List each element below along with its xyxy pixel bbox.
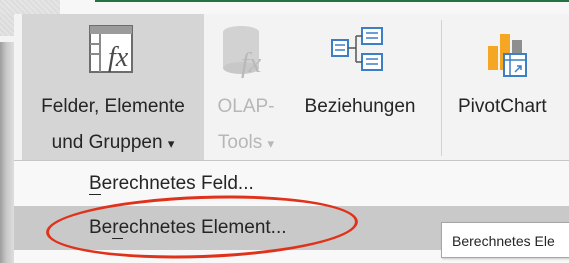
excel-ribbon-screenshot: fx Felder, Elemente und Gruppen ▾ fx OLA…: [0, 0, 569, 263]
svg-text:fx: fx: [241, 48, 262, 79]
fields-items-sets-button[interactable]: fx Felder, Elemente und Gruppen ▾: [22, 14, 204, 160]
olap-tools-label-line2: Tools ▾: [206, 132, 286, 155]
left-shadow: [0, 42, 14, 263]
fields-items-sets-label-line2: und Gruppen ▾: [22, 132, 204, 155]
pivotchart-label: PivotChart: [458, 96, 547, 117]
fields-items-sets-label-text: und Gruppen: [51, 132, 163, 153]
olap-cylinder-fx-icon: fx: [219, 22, 275, 80]
svg-text:fx: fx: [108, 42, 129, 73]
hotkey-underline: [89, 194, 101, 195]
relationships-label: Beziehungen: [304, 96, 416, 117]
dropdown-arrow-icon: ▾: [267, 136, 275, 151]
dropdown-arrow-icon: ▾: [167, 136, 175, 151]
group-separator: [441, 20, 442, 156]
relationships-button[interactable]: Beziehungen: [290, 14, 430, 160]
olap-tools-label-text: Tools: [217, 132, 263, 153]
olap-tools-button[interactable]: fx OLAP- Tools ▾: [206, 14, 286, 160]
pivotchart-button[interactable]: PivotChart: [446, 14, 569, 160]
ribbon-top-band: [0, 0, 569, 14]
relationships-diagram-icon: [328, 22, 392, 78]
screentip-tooltip: Berechnetes Ele: [441, 222, 569, 258]
pivotchart-icon: [482, 20, 530, 80]
olap-tools-label-line1: OLAP-: [217, 96, 275, 117]
tooltip-text: Berechnetes Ele: [452, 233, 555, 249]
ribbon-accent-line: [95, 0, 569, 2]
fields-items-sets-fx-icon: fx: [86, 20, 140, 76]
fields-items-sets-label-line1: Felder, Elemente: [41, 96, 185, 117]
